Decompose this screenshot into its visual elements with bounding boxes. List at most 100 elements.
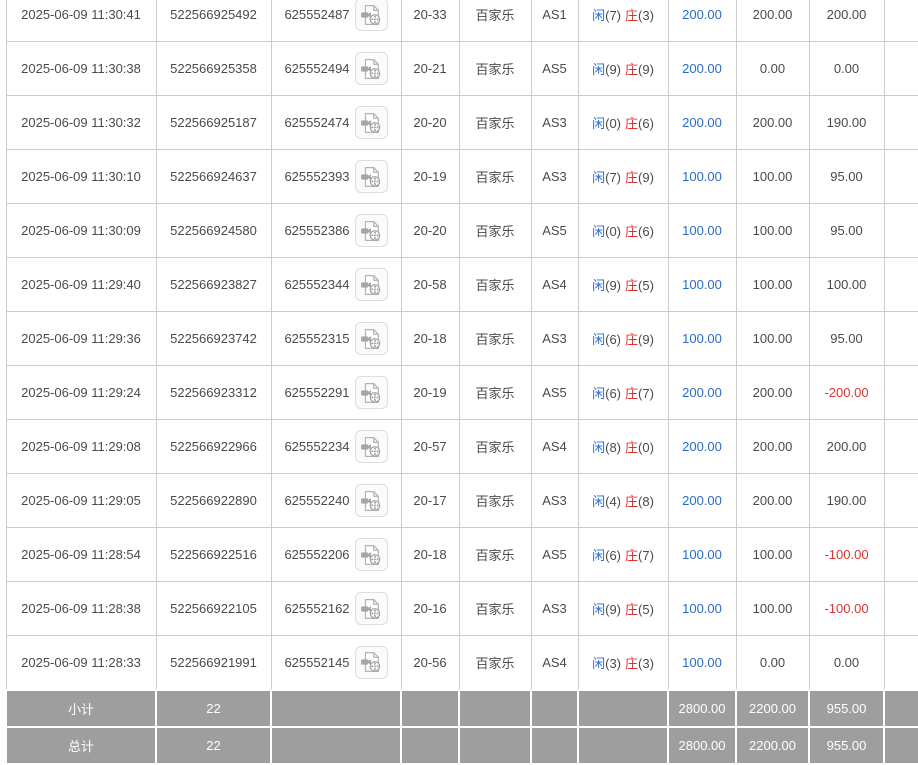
video-replay-button[interactable] — [355, 160, 388, 193]
bet-time-cell: 2025-06-09 11:28:33 — [6, 636, 156, 690]
result-cell: 闲(9)庄(5) — [578, 582, 668, 636]
round-number: 625552393 — [284, 169, 349, 184]
video-replay-icon — [360, 112, 382, 134]
banker-score: (9) — [638, 170, 654, 185]
bet-amount-link[interactable]: 200.00 — [682, 385, 722, 400]
round-number-cell: 625552206 — [271, 528, 401, 582]
table-round-cell: 20-57 — [401, 420, 459, 474]
banker-label: 庄 — [625, 602, 638, 617]
result-cell: 闲(8)庄(0) — [578, 420, 668, 474]
valid-bet-cell: 100.00 — [736, 150, 809, 204]
video-replay-button[interactable] — [355, 0, 388, 31]
order-number-cell: 522566925358 — [156, 42, 271, 96]
video-replay-icon — [360, 651, 382, 673]
video-replay-icon — [360, 166, 382, 188]
table-round-cell: 20-19 — [401, 150, 459, 204]
bet-amount-link[interactable]: 200.00 — [682, 61, 722, 76]
player-label: 闲 — [592, 8, 605, 23]
video-replay-button[interactable] — [355, 322, 388, 355]
bet-amount-link[interactable]: 100.00 — [682, 331, 722, 346]
valid-bet-cell: 200.00 — [736, 474, 809, 528]
video-replay-button[interactable] — [355, 268, 388, 301]
banker-label: 庄 — [625, 62, 638, 77]
player-score: (3) — [605, 656, 621, 671]
summary-label: 总计 — [6, 727, 156, 764]
summary-count: 22 — [156, 690, 271, 727]
table-round-cell: 20-58 — [401, 258, 459, 312]
seat-cell: AS4 — [531, 636, 578, 690]
result-cell: 闲(0)庄(6) — [578, 96, 668, 150]
video-replay-button[interactable] — [355, 484, 388, 517]
result-cell: 闲(7)庄(3) — [578, 0, 668, 42]
banker-score: (6) — [638, 116, 654, 131]
bet-time-cell: 2025-06-09 11:28:54 — [6, 528, 156, 582]
player-label: 闲 — [592, 224, 605, 239]
bet-amount-link[interactable]: 100.00 — [682, 169, 722, 184]
win-loss-cell: 100.00 — [809, 258, 884, 312]
result-cell: 闲(6)庄(7) — [578, 366, 668, 420]
video-replay-button[interactable] — [355, 376, 388, 409]
video-replay-button[interactable] — [355, 592, 388, 625]
video-replay-icon — [360, 58, 382, 80]
bet-amount-link[interactable]: 200.00 — [682, 115, 722, 130]
round-number: 625552206 — [284, 547, 349, 562]
summary-row: 总计 22 2800.00 2200.00 955.00 — [6, 727, 918, 764]
bet-time-cell: 2025-06-09 11:29:36 — [6, 312, 156, 366]
player-label: 闲 — [592, 440, 605, 455]
video-replay-button[interactable] — [355, 646, 388, 679]
bet-amount-link[interactable]: 100.00 — [682, 601, 722, 616]
video-replay-button[interactable] — [355, 538, 388, 571]
summary-empty-cell — [459, 727, 531, 764]
banker-score: (5) — [638, 602, 654, 617]
banker-label: 庄 — [625, 440, 638, 455]
valid-bet-cell: 100.00 — [736, 528, 809, 582]
video-replay-button[interactable] — [355, 214, 388, 247]
game-name-cell: 百家乐 — [459, 636, 531, 690]
bet-amount-link[interactable]: 100.00 — [682, 655, 722, 670]
table-round-cell: 20-21 — [401, 42, 459, 96]
banker-score: (0) — [638, 440, 654, 455]
banker-score: (3) — [638, 8, 654, 23]
empty-cell — [884, 96, 918, 150]
valid-bet-cell: 100.00 — [736, 582, 809, 636]
bet-amount-cell: 100.00 — [668, 528, 736, 582]
bet-amount-link[interactable]: 200.00 — [682, 7, 722, 22]
win-loss-cell: 0.00 — [809, 42, 884, 96]
win-loss-cell: 200.00 — [809, 0, 884, 42]
table-round-cell: 20-17 — [401, 474, 459, 528]
bet-amount-cell: 100.00 — [668, 636, 736, 690]
seat-cell: AS5 — [531, 528, 578, 582]
bet-time-cell: 2025-06-09 11:30:09 — [6, 204, 156, 258]
bet-amount-link[interactable]: 100.00 — [682, 277, 722, 292]
game-name-cell: 百家乐 — [459, 0, 531, 42]
game-name-cell: 百家乐 — [459, 96, 531, 150]
bet-records-table: 2025-06-09 11:30:41 522566925492 6255524… — [5, 0, 918, 765]
summary-empty-cell — [531, 690, 578, 727]
banker-label: 庄 — [625, 332, 638, 347]
game-name-cell: 百家乐 — [459, 582, 531, 636]
player-label: 闲 — [592, 170, 605, 185]
valid-bet-cell: 100.00 — [736, 258, 809, 312]
banker-score: (6) — [638, 224, 654, 239]
bet-amount-link[interactable]: 100.00 — [682, 223, 722, 238]
video-replay-button[interactable] — [355, 52, 388, 85]
empty-cell — [884, 312, 918, 366]
bet-amount-cell: 200.00 — [668, 366, 736, 420]
bet-amount-link[interactable]: 200.00 — [682, 493, 722, 508]
video-replay-icon — [360, 598, 382, 620]
order-number-cell: 522566924580 — [156, 204, 271, 258]
round-number-cell: 625552487 — [271, 0, 401, 42]
video-replay-button[interactable] — [355, 106, 388, 139]
player-score: (6) — [605, 386, 621, 401]
game-name-cell: 百家乐 — [459, 42, 531, 96]
valid-bet-cell: 200.00 — [736, 420, 809, 474]
bet-record-row: 2025-06-09 11:28:38 522566922105 6255521… — [6, 582, 918, 636]
bet-amount-link[interactable]: 200.00 — [682, 439, 722, 454]
bet-amount-link[interactable]: 100.00 — [682, 547, 722, 562]
valid-bet-cell: 100.00 — [736, 312, 809, 366]
bet-record-row: 2025-06-09 11:30:38 522566925358 6255524… — [6, 42, 918, 96]
seat-cell: AS4 — [531, 258, 578, 312]
video-replay-button[interactable] — [355, 430, 388, 463]
game-name-cell: 百家乐 — [459, 474, 531, 528]
order-number-cell: 522566923742 — [156, 312, 271, 366]
